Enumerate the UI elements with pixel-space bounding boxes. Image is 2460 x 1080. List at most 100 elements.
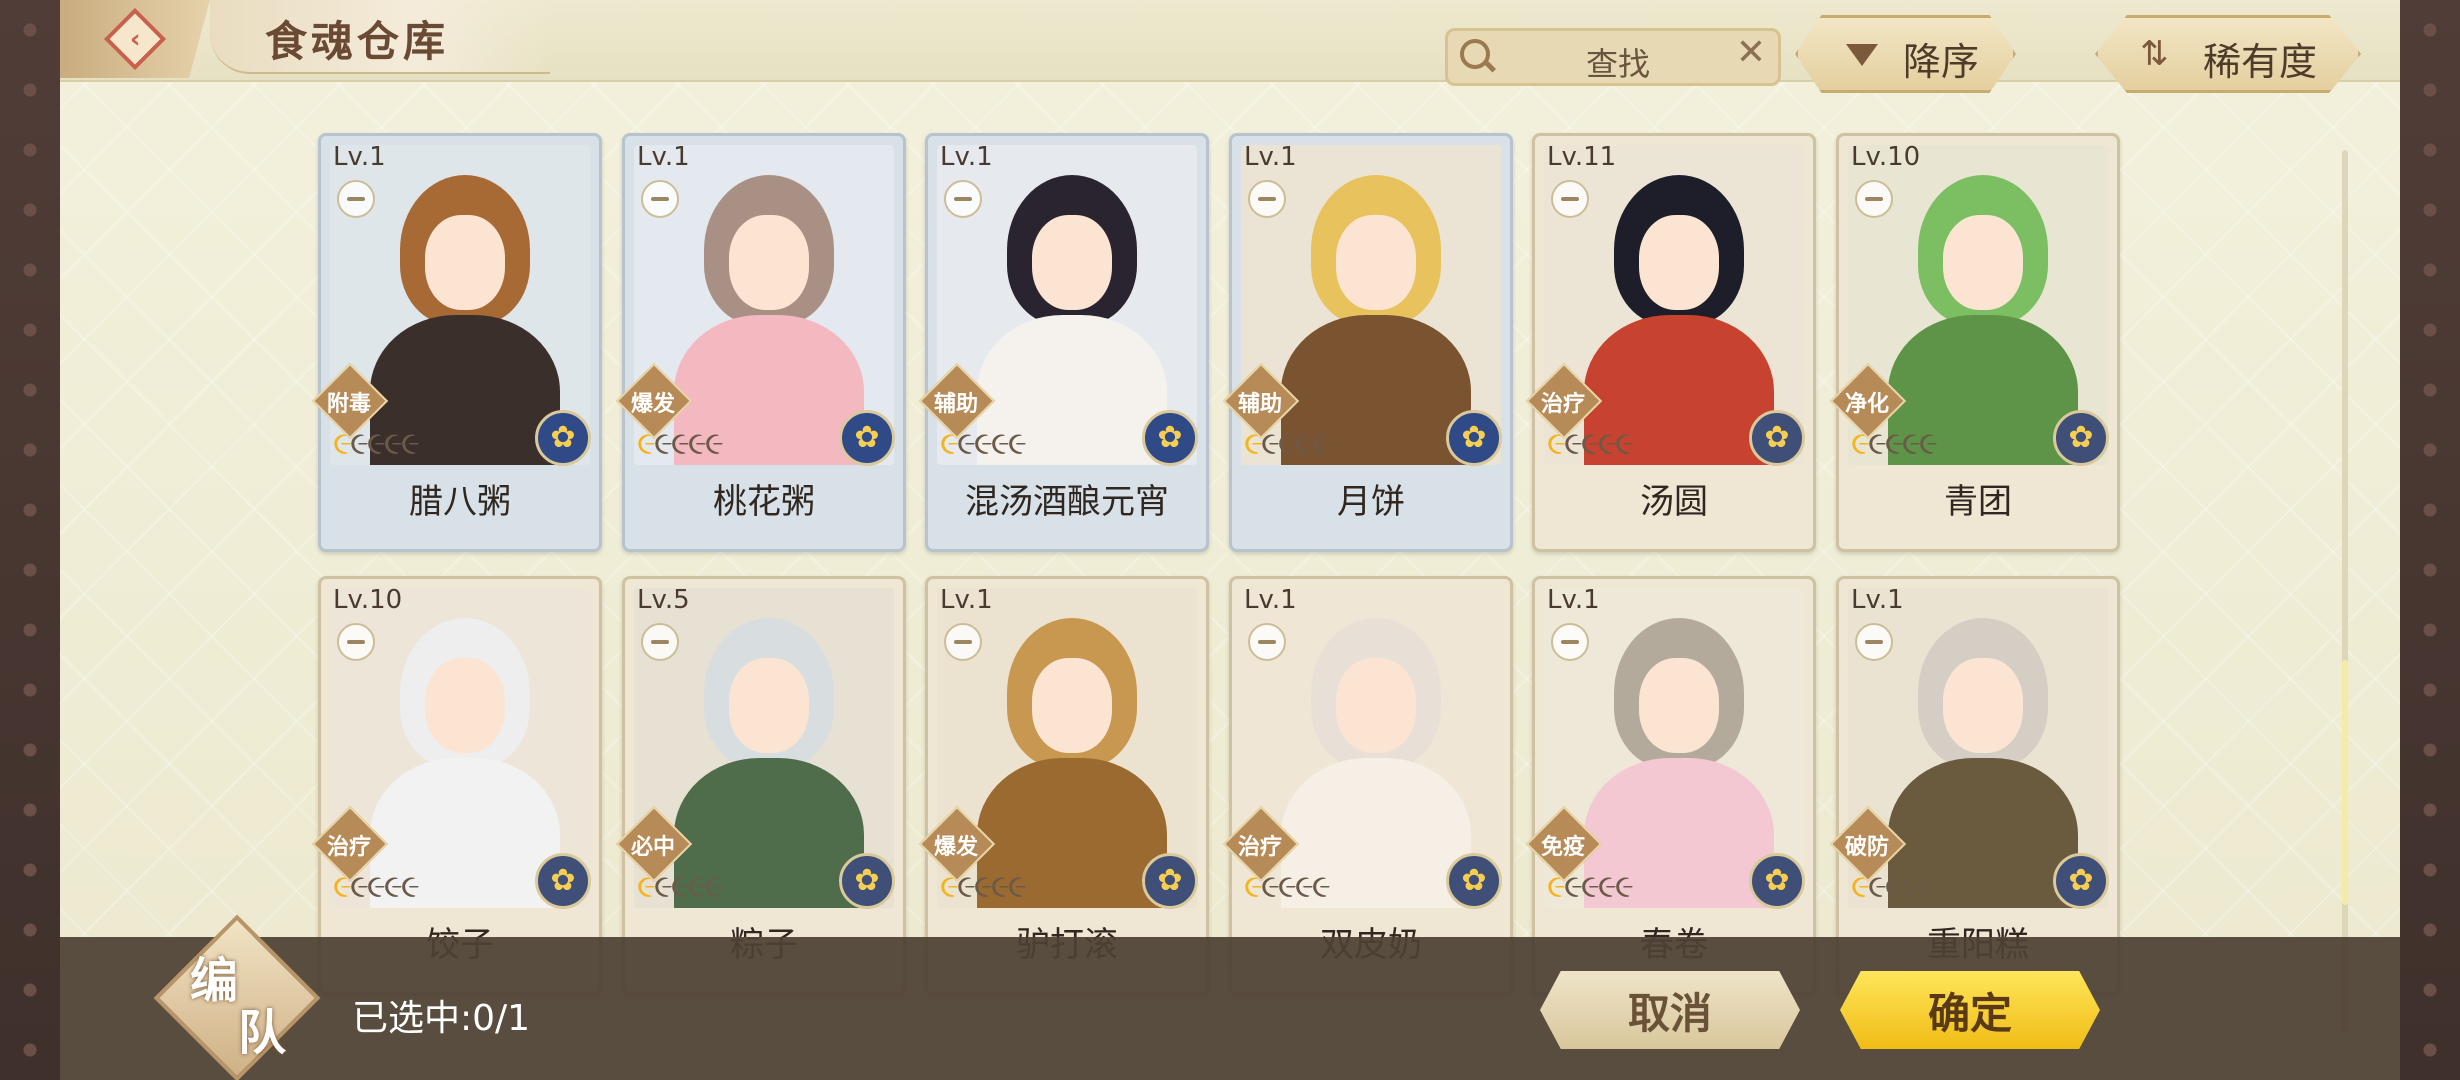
star-icon: ૯: [1867, 424, 1887, 462]
flower-element-icon: ✿: [1142, 853, 1198, 909]
flower-element-icon: ✿: [1749, 410, 1805, 466]
character-card[interactable]: Lv.1 附毒 ૯૯૯૯૯ ✿ 腊八粥: [311, 133, 602, 552]
portrait-face: [1336, 215, 1416, 310]
star-rating: ૯૯૯૯૯: [333, 424, 420, 463]
flower-element-icon: ✿: [839, 410, 895, 466]
character-card[interactable]: Lv.10治疗૯૯૯૯૯✿饺子: [311, 576, 602, 995]
portrait-face: [425, 215, 505, 310]
star-icon: ૯: [1311, 867, 1331, 905]
team-label-char2: 队: [238, 1005, 287, 1061]
star-rating: ૯૯૯૯૯: [1851, 867, 1938, 906]
star-icon: ૯: [1563, 424, 1583, 462]
star-rating: ૯૯૯૯૯: [940, 867, 1027, 906]
card-level: Lv.1: [333, 142, 386, 172]
character-card[interactable]: Lv.1免疫૯૯૯૯૯✿春卷: [1525, 576, 1816, 995]
flower-element-icon: ✿: [535, 853, 591, 909]
selected-count: 已选中:0/1: [352, 998, 531, 1039]
card-level: Lv.1: [940, 585, 993, 615]
bowl-icon: [944, 180, 982, 218]
flower-glyph: ✿: [2068, 420, 2094, 455]
card-name: 月饼: [1337, 482, 1405, 522]
card-name: 汤圆: [1640, 482, 1708, 522]
star-rating: ૯૯૯૯૯: [637, 424, 724, 463]
sort-rarity-button[interactable]: ⇅ 稀有度: [2095, 15, 2361, 93]
role-label: 破防: [1844, 835, 1889, 860]
flower-glyph: ✿: [550, 863, 576, 898]
character-card[interactable]: Lv.1 爆发 ૯૯૯૯૯ ✿ 桃花粥: [615, 133, 906, 552]
star-icon: ૯: [1851, 424, 1870, 462]
star-icon: ૯: [1918, 424, 1938, 462]
flower-element-icon: ✿: [1142, 410, 1198, 466]
left-border: [0, 0, 60, 1080]
character-card[interactable]: Lv.10 净化 ૯૯૯૯૯ ✿ 青团: [1829, 133, 2120, 552]
role-label: 免疫: [1540, 835, 1585, 860]
star-icon: ૯: [637, 867, 656, 905]
card-level: Lv.1: [1547, 585, 1600, 615]
confirm-button[interactable]: 确定: [1840, 971, 2100, 1049]
clear-search-icon[interactable]: ✕: [1736, 35, 1766, 71]
star-icon: ૯: [637, 424, 656, 462]
flower-glyph: ✿: [1461, 863, 1487, 898]
flower-element-icon: ✿: [535, 410, 591, 466]
star-icon: ૯: [1277, 867, 1297, 905]
card-level: Lv.11: [1547, 142, 1617, 172]
star-icon: ૯: [1260, 424, 1280, 462]
star-icon: ૯: [1614, 867, 1634, 905]
star-icon: ૯: [653, 424, 673, 462]
card-level: Lv.1: [1851, 585, 1904, 615]
sort-order-button[interactable]: 降序: [1795, 15, 2016, 93]
star-icon: ૯: [653, 867, 673, 905]
card-level: Lv.1: [940, 142, 993, 172]
star-icon: ૯: [990, 867, 1010, 905]
character-card[interactable]: Lv.1 辅助 ૯૯૯૯૯ ✿ 混汤酒酿元宵: [918, 133, 1209, 552]
flower-glyph: ✿: [1764, 420, 1790, 455]
cancel-button[interactable]: 取消: [1540, 971, 1800, 1049]
flower-element-icon: ✿: [1446, 410, 1502, 466]
card-level: Lv.1: [637, 142, 690, 172]
portrait-face: [1639, 215, 1719, 310]
role-label: 治疗: [326, 835, 371, 860]
star-rating: ૯૯૯૯૯: [1244, 424, 1331, 463]
star-icon: ૯: [383, 867, 403, 905]
team-emblem: 编 队: [153, 914, 321, 1080]
star-icon: ૯: [1007, 424, 1027, 462]
star-icon: ૯: [1597, 424, 1617, 462]
role-label: 治疗: [1237, 835, 1282, 860]
flower-glyph: ✿: [854, 420, 880, 455]
character-card[interactable]: Lv.5必中૯૯૯૯૯✿粽子: [615, 576, 906, 995]
star-icon: ૯: [1244, 424, 1263, 462]
bowl-icon: [337, 623, 375, 661]
bowl-icon: [641, 623, 679, 661]
star-icon: ૯: [940, 867, 959, 905]
card-level: Lv.1: [1244, 585, 1297, 615]
star-icon: ૯: [383, 424, 403, 462]
star-icon: ૯: [349, 424, 369, 462]
star-icon: ૯: [333, 424, 352, 462]
card-level: Lv.10: [1851, 142, 1921, 172]
character-card[interactable]: Lv.1治疗૯૯૯૯૯✿双皮奶: [1222, 576, 1513, 995]
character-card[interactable]: Lv.1破防૯૯૯૯૯✿重阳糕: [1829, 576, 2120, 995]
star-icon: ૯: [670, 867, 690, 905]
character-card[interactable]: Lv.1 辅助 ૯૯૯૯૯ ✿ 月饼: [1222, 133, 1513, 552]
character-card[interactable]: Lv.11 治疗 ૯૯૯૯૯ ✿ 汤圆: [1525, 133, 1816, 552]
star-icon: ૯: [1884, 867, 1904, 905]
back-arrow-icon: ‹: [103, 7, 167, 71]
bowl-icon: [1855, 623, 1893, 661]
role-label: 辅助: [1237, 392, 1282, 417]
character-card[interactable]: Lv.1爆发૯૯૯૯૯✿驴打滚: [918, 576, 1209, 995]
card-name: 混汤酒酿元宵: [965, 482, 1169, 522]
portrait-face: [1032, 658, 1112, 753]
portrait-face: [1336, 658, 1416, 753]
star-icon: ૯: [990, 424, 1010, 462]
bowl-icon: [1551, 623, 1589, 661]
flower-glyph: ✿: [2068, 863, 2094, 898]
scrollbar[interactable]: [2342, 150, 2348, 1035]
star-icon: ૯: [1918, 867, 1938, 905]
portrait-face: [425, 658, 505, 753]
card-name: 青团: [1944, 482, 2012, 522]
star-icon: ૯: [1260, 867, 1280, 905]
scrollbar-thumb[interactable]: [2342, 660, 2348, 905]
back-button[interactable]: ‹: [60, 0, 210, 78]
search-input[interactable]: 查找 ✕: [1445, 28, 1781, 86]
star-icon: ૯: [670, 424, 690, 462]
